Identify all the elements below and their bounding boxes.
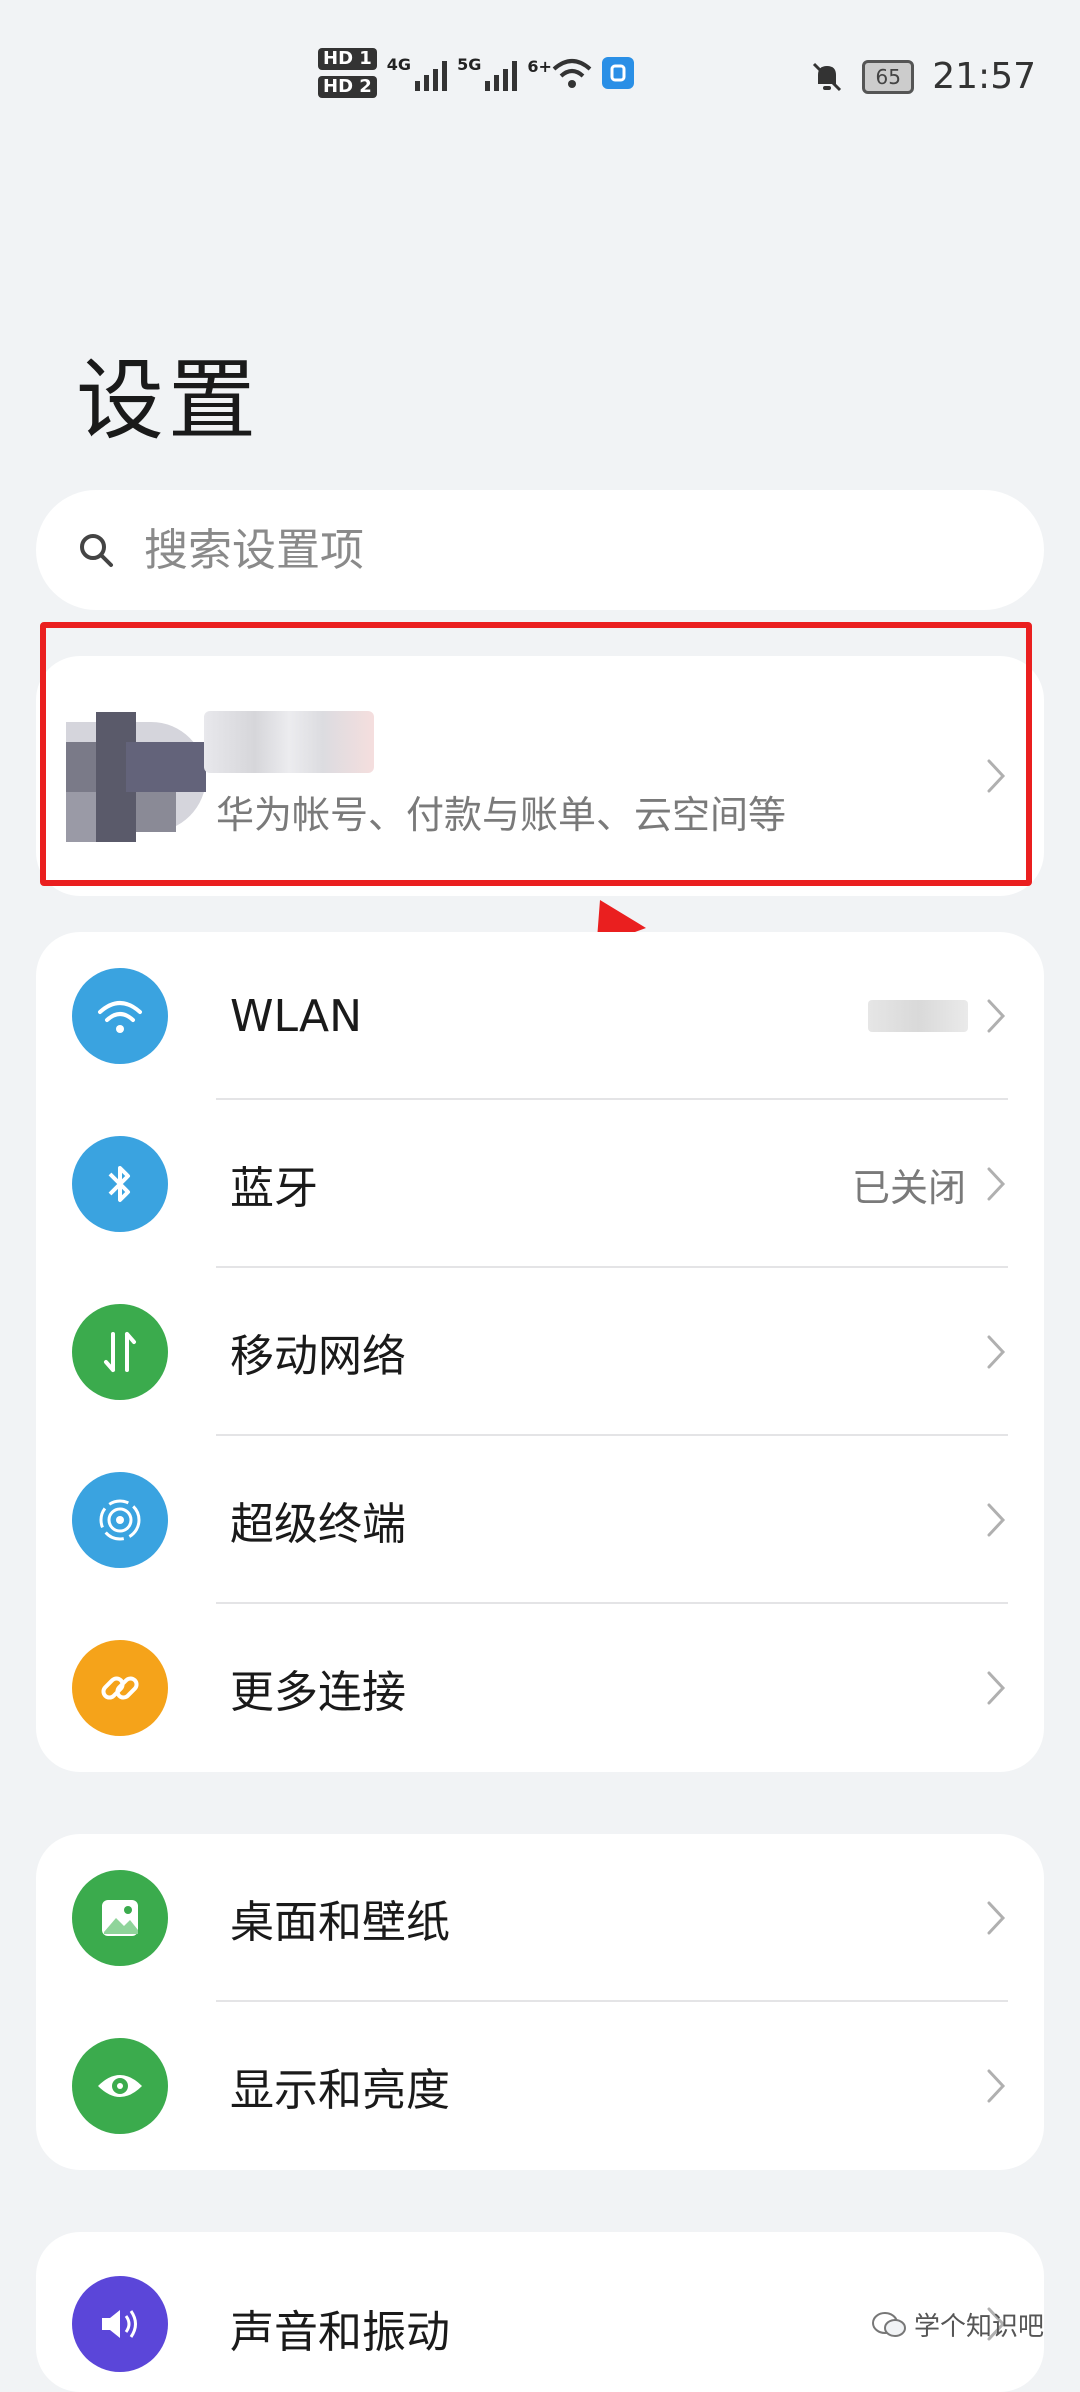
display-group: 桌面和壁纸 显示和亮度 <box>36 1834 1044 2170</box>
chevron-right-icon <box>987 1901 1006 1935</box>
wifi-icon <box>72 968 168 1064</box>
net1-label: 4G <box>386 55 412 74</box>
chevron-right-icon <box>987 1335 1006 1369</box>
status-left: HD 1 HD 2 4G 5G 6+ <box>318 48 634 98</box>
chevron-right-icon <box>987 999 1006 1033</box>
wlan-label: WLAN <box>230 990 363 1042</box>
mute-bell-icon <box>813 62 842 91</box>
connections-group: WLAN 蓝牙 已关闭 移动网络 超级终端 更多连接 <box>36 932 1044 1772</box>
search-icon <box>80 534 113 567</box>
super-device-label: 超级终端 <box>230 1499 406 1550</box>
settings-item-more-connections[interactable]: 更多连接 <box>36 1604 1044 1772</box>
hd1-badge: HD 1 <box>318 48 377 70</box>
settings-item-display[interactable]: 显示和亮度 <box>36 2002 1044 2170</box>
settings-item-bluetooth[interactable]: 蓝牙 已关闭 <box>36 1100 1044 1268</box>
mobile-data-icon <box>72 1304 168 1400</box>
page-title: 设置 <box>76 349 261 452</box>
settings-item-mobile-network[interactable]: 移动网络 <box>36 1268 1044 1436</box>
wifi-tag: 6+ <box>527 57 552 76</box>
wlan-value-blurred <box>868 1000 968 1032</box>
bluetooth-value: 已关闭 <box>851 1165 966 1210</box>
wallpaper-label: 桌面和壁纸 <box>230 1897 450 1948</box>
wechat-icon <box>871 2311 906 2337</box>
super-device-icon <box>72 1472 168 1568</box>
hd2-badge: HD 2 <box>318 76 377 98</box>
bluetooth-label: 蓝牙 <box>230 1163 318 1214</box>
sound-icon <box>72 2276 168 2372</box>
battery-icon: 65 <box>862 59 915 94</box>
link-icon <box>72 1640 168 1736</box>
watermark: 学个知识吧 <box>871 2306 1044 2343</box>
highlight-box <box>40 622 1032 886</box>
signal-icon: 4G <box>386 55 448 91</box>
mobile-network-label: 移动网络 <box>230 1331 406 1382</box>
status-right: 65 21:57 <box>810 56 1036 97</box>
chevron-right-icon <box>987 2069 1006 2103</box>
wifi-status-icon: 6+ <box>527 57 592 89</box>
search-input[interactable] <box>142 523 946 577</box>
display-label: 显示和亮度 <box>230 2065 450 2116</box>
app-notification-icon <box>601 57 634 89</box>
chevron-right-icon <box>987 1503 1006 1537</box>
bluetooth-icon <box>72 1136 168 1232</box>
status-bar: HD 1 HD 2 4G 5G 6+ 65 21:57 <box>0 0 1080 150</box>
settings-item-wallpaper[interactable]: 桌面和壁纸 <box>36 1834 1044 2002</box>
watermark-text: 学个知识吧 <box>913 2312 1044 2342</box>
settings-item-wlan[interactable]: WLAN <box>36 932 1044 1100</box>
eye-icon <box>72 2038 168 2134</box>
net2-label: 5G <box>457 55 482 74</box>
hd-badges: HD 1 HD 2 <box>318 48 377 98</box>
clock: 21:57 <box>932 56 1036 97</box>
signal2-icon: 5G <box>457 55 518 91</box>
search-bar[interactable] <box>36 490 1044 610</box>
settings-item-super-device[interactable]: 超级终端 <box>36 1436 1044 1604</box>
chevron-right-icon <box>987 1167 1006 1201</box>
wallpaper-icon <box>72 1870 168 1966</box>
more-connections-label: 更多连接 <box>230 1667 406 1718</box>
chevron-right-icon <box>987 1671 1006 1705</box>
